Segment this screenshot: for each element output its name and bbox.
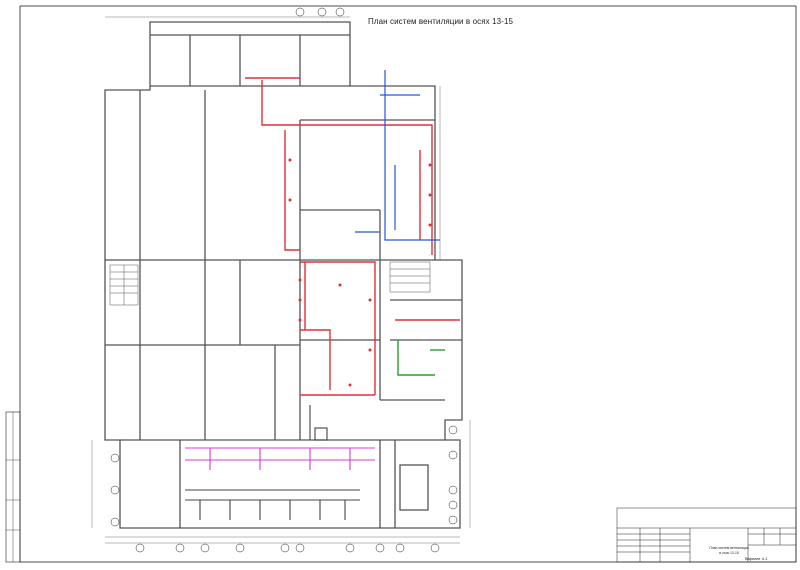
dimension-lines	[91, 16, 471, 544]
ventilation-plan-drawing	[5, 5, 797, 563]
axis-bubbles-bottom	[135, 543, 440, 553]
stamp-title-line1: План систем вентиляции	[709, 546, 749, 550]
air-terminals	[288, 158, 432, 387]
stamp-title-line2: в осях 13-15	[719, 550, 739, 555]
bottom-ducts	[185, 405, 360, 520]
exhaust-ducts	[355, 70, 440, 241]
stamp-title: План систем вентиляции в осях 13-15	[705, 546, 753, 555]
building-walls	[104, 21, 463, 529]
axis-bubbles-right	[110, 425, 458, 527]
sheet-number: Вариант 4.1	[745, 556, 768, 561]
green-duct	[397, 340, 445, 376]
supply-ducts	[245, 77, 460, 396]
axis-bubbles-top	[295, 7, 345, 17]
drawing-title: План систем вентиляции в осях 13-15	[368, 17, 514, 26]
drawing-sheet: План систем вентиляции в осях 13-15 План…	[0, 0, 800, 565]
staircase-symbol	[109, 261, 431, 306]
extra-ducts	[185, 447, 375, 470]
